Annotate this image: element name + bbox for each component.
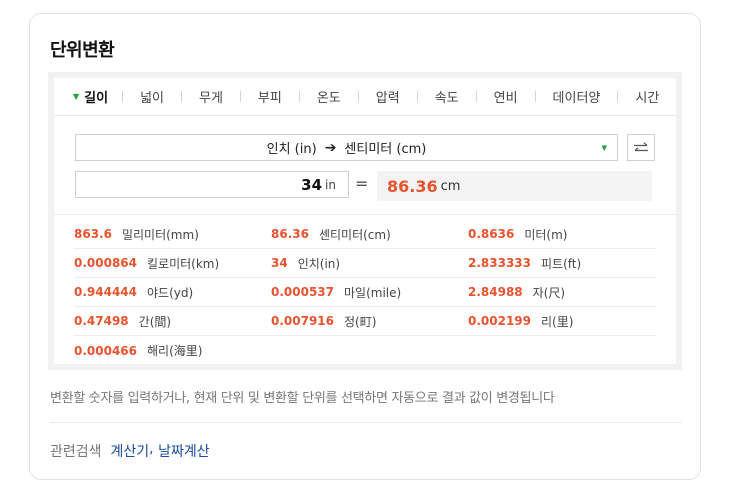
unit-converter-card: 단위변환 ▼ 길이 넓이 무게 부피 온도 압력 속도 연비 데이터양 시간 인… bbox=[29, 13, 701, 480]
value-input[interactable]: 34 in bbox=[75, 171, 349, 198]
conversion-item: 0.000537 마일(mile) bbox=[271, 278, 468, 307]
conversion-item: 2.833333 피트(ft) bbox=[468, 249, 656, 278]
tab-speed[interactable]: 속도 bbox=[435, 87, 459, 106]
related-label: 관련검색 bbox=[50, 444, 102, 460]
related-link-date-calculator[interactable]: 날짜계산 bbox=[158, 441, 210, 461]
conversion-item: 0.000864 킬로미터(km) bbox=[74, 249, 271, 278]
tab-fuel-efficiency[interactable]: 연비 bbox=[494, 87, 518, 106]
input-unit: in bbox=[325, 177, 336, 192]
conversion-item: 0.002199 리(里) bbox=[468, 307, 656, 336]
unit-selector[interactable]: 인치 (in) ➔ 센티미터 (cm) ▼ bbox=[75, 134, 618, 161]
conversion-item: 0.8636 미터(m) bbox=[468, 220, 656, 249]
input-value: 34 bbox=[301, 175, 323, 194]
related-searches: 관련검색 계산기, 날짜계산 bbox=[50, 441, 210, 461]
conversion-item: 0.47498 간(間) bbox=[74, 307, 271, 336]
conversion-item: 2.84988 자(尺) bbox=[468, 278, 656, 307]
conversion-item: 0.944444 야드(yd) bbox=[74, 278, 271, 307]
converter-panel: ▼ 길이 넓이 무게 부피 온도 압력 속도 연비 데이터양 시간 인치 (in… bbox=[48, 72, 682, 370]
result-value: 86.36 bbox=[387, 176, 438, 196]
tab-pressure[interactable]: 압력 bbox=[376, 87, 400, 106]
triangle-down-icon: ▼ bbox=[73, 92, 80, 101]
result-display: 86.36 cm bbox=[377, 171, 652, 201]
to-unit: 센티미터 (cm) bbox=[344, 142, 427, 157]
conversion-table: 863.6 밀리미터(mm) 86.36 센티미터(cm) 0.8636 미터(m) … bbox=[74, 220, 656, 365]
tab-data-size[interactable]: 데이터양 bbox=[553, 87, 601, 106]
result-unit: cm bbox=[440, 178, 461, 194]
conversion-item: 0.007916 정(町) bbox=[271, 307, 468, 336]
arrow-right-icon: ➔ bbox=[324, 139, 337, 156]
converter-inner: ▼ 길이 넓이 무게 부피 온도 압력 속도 연비 데이터양 시간 인치 (in… bbox=[54, 78, 676, 364]
tab-volume[interactable]: 부피 bbox=[258, 87, 282, 106]
equals-sign: = bbox=[355, 174, 369, 193]
tab-time[interactable]: 시간 bbox=[635, 87, 659, 106]
category-tabs: ▼ 길이 넓이 무게 부피 온도 압력 속도 연비 데이터양 시간 bbox=[54, 78, 676, 116]
help-description: 변환할 숫자를 입력하거나, 현재 단위 및 변환할 단위를 선택하면 자동으로… bbox=[50, 391, 555, 406]
tab-length[interactable]: ▼ 길이 bbox=[73, 87, 108, 106]
conversion-item: 34 인치(in) bbox=[271, 249, 468, 278]
from-unit: 인치 (in) bbox=[266, 142, 317, 157]
conversion-item: 0.000466 해리(海里) bbox=[74, 343, 203, 359]
tab-area[interactable]: 넓이 bbox=[140, 87, 164, 106]
related-link-calculator[interactable]: 계산기 bbox=[111, 441, 150, 461]
widget-title: 단위변환 bbox=[50, 40, 115, 61]
conversion-item: 863.6 밀리미터(mm) bbox=[74, 220, 271, 249]
swap-units-button[interactable] bbox=[627, 134, 655, 161]
swap-arrows-icon bbox=[634, 141, 648, 151]
tab-temperature[interactable]: 온도 bbox=[317, 87, 341, 106]
conversion-item: 86.36 센티미터(cm) bbox=[271, 220, 468, 249]
triangle-down-icon: ▼ bbox=[601, 144, 607, 152]
tab-weight[interactable]: 무게 bbox=[199, 87, 223, 106]
